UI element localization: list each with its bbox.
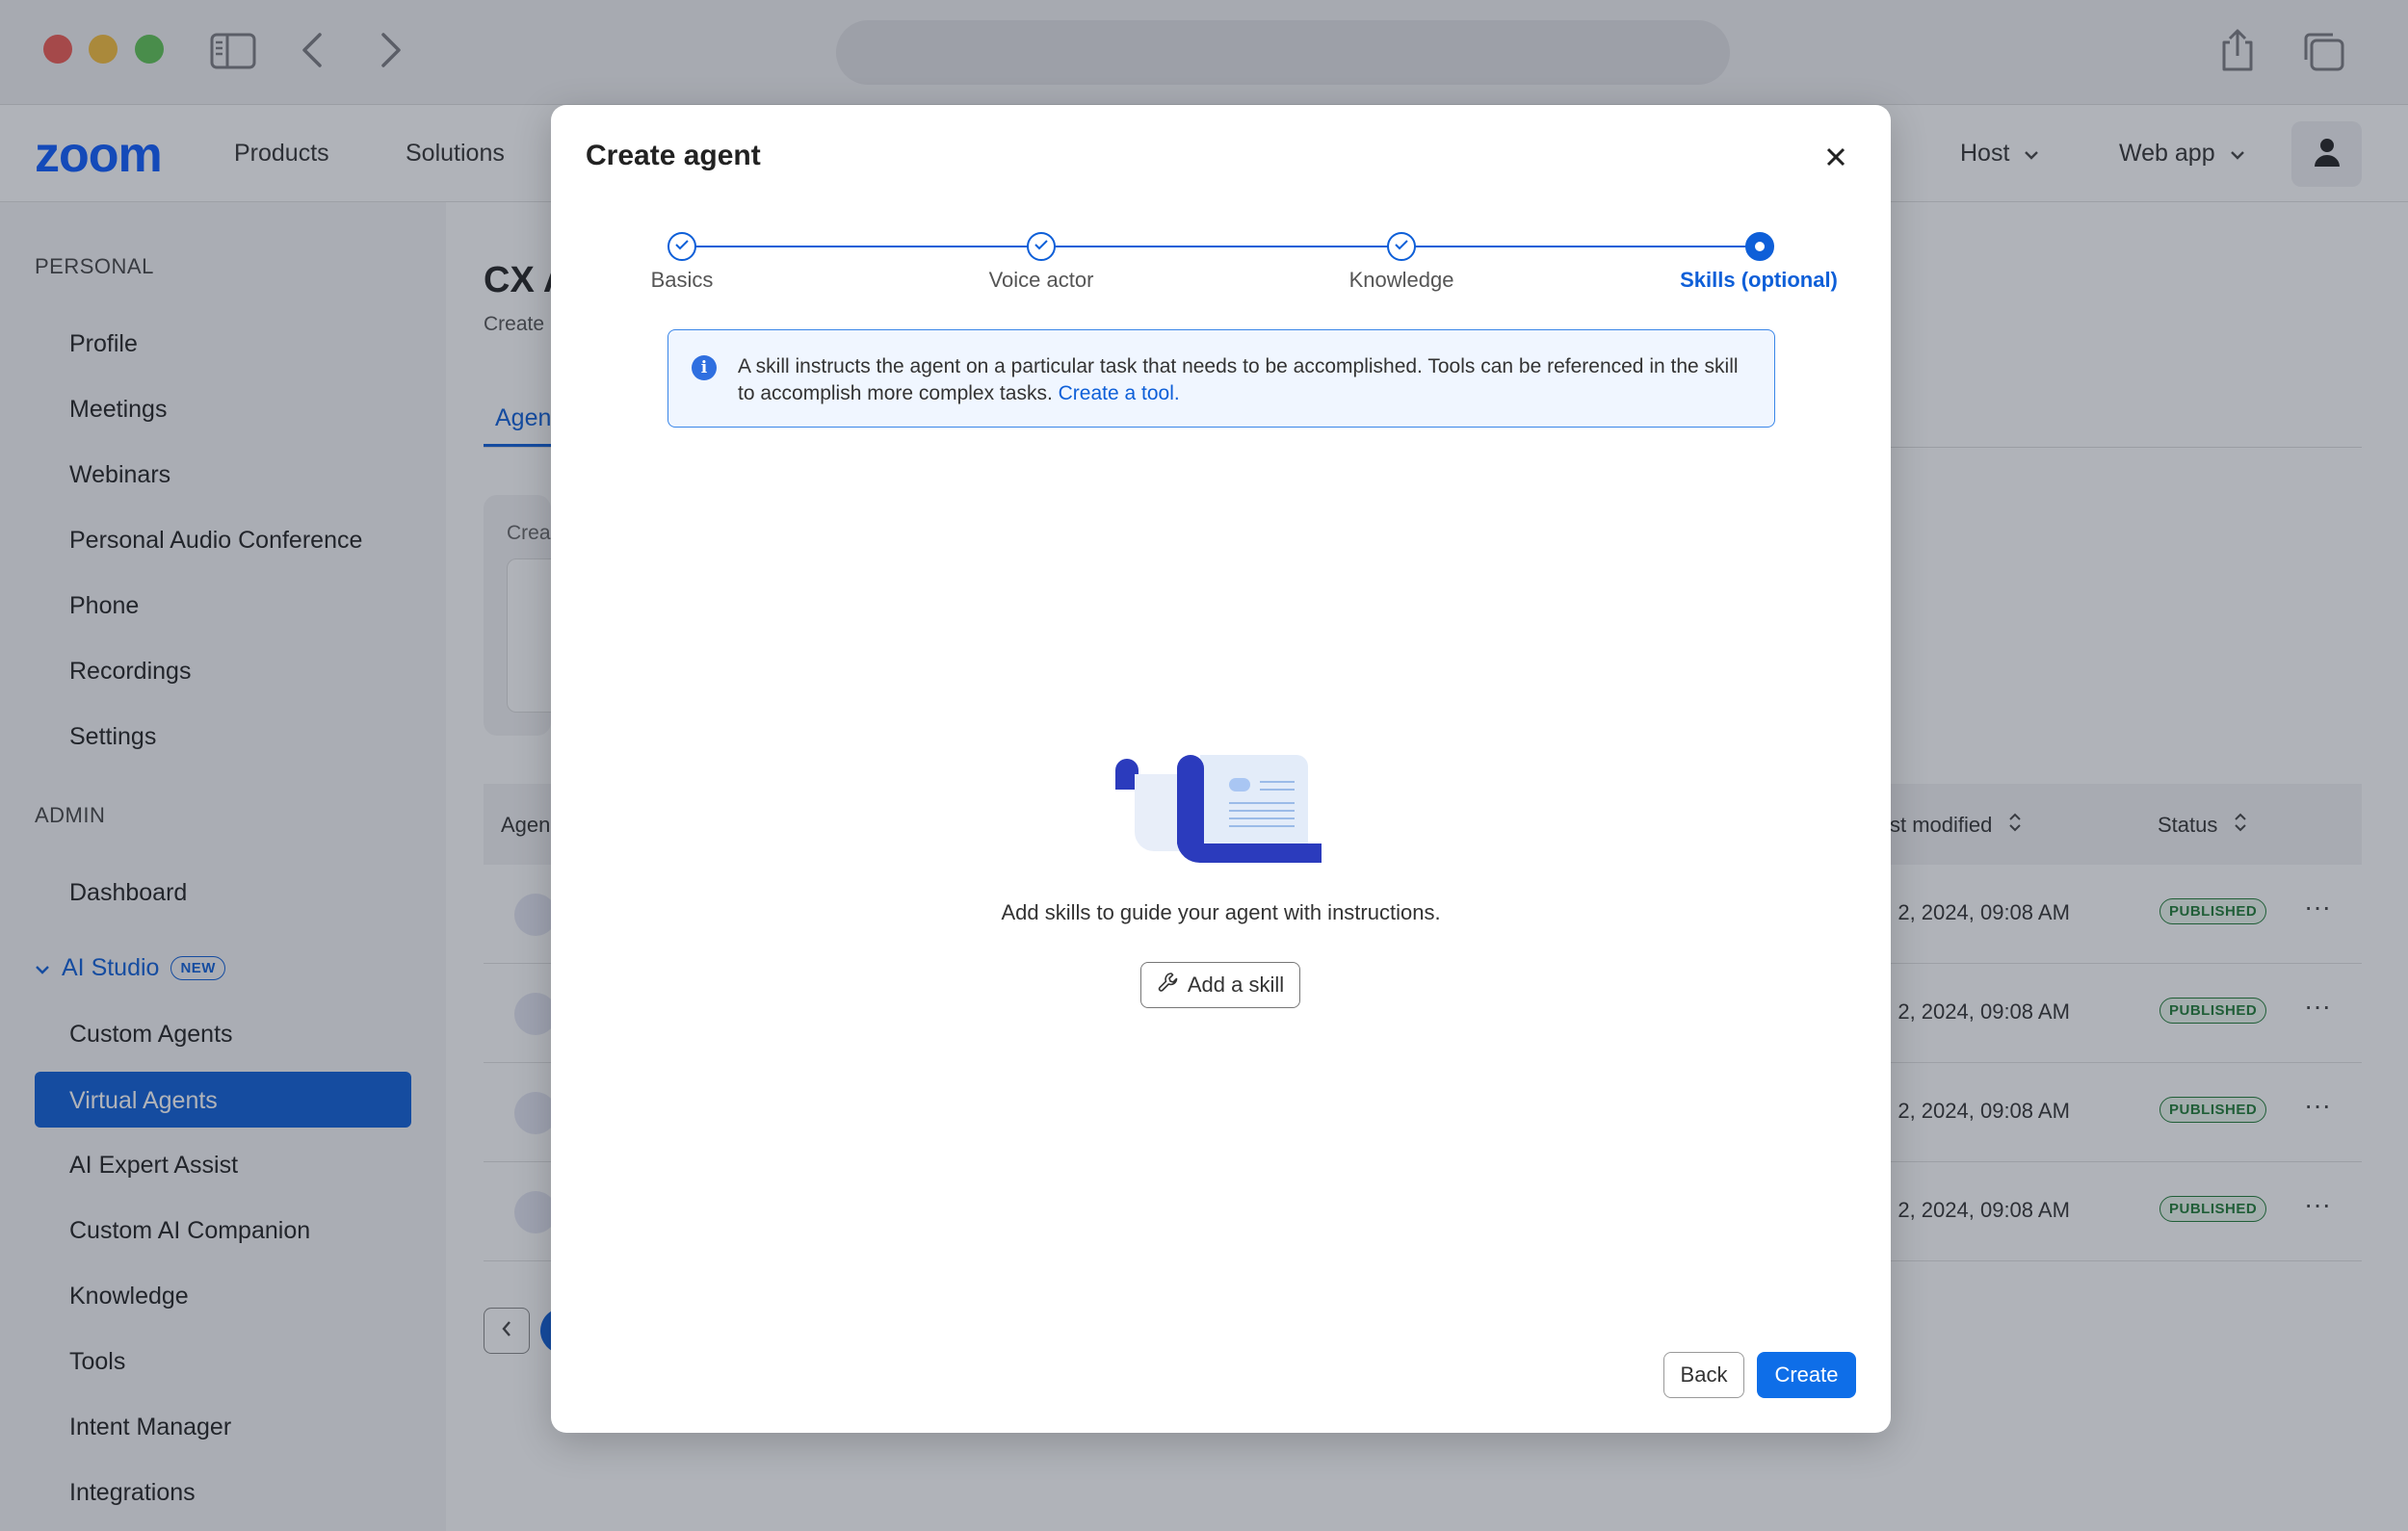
- step-label-knowledge[interactable]: Knowledge: [1349, 268, 1454, 293]
- back-button[interactable]: Back: [1663, 1352, 1744, 1398]
- stepper-track: [682, 246, 1759, 247]
- wrench-icon: [1157, 971, 1180, 999]
- info-text: A skill instructs the agent on a particu…: [738, 353, 1759, 407]
- check-icon: [674, 238, 690, 256]
- step-skills-indicator[interactable]: [1745, 232, 1774, 261]
- step-label-skills[interactable]: Skills (optional): [1680, 268, 1838, 293]
- create-tool-link[interactable]: Create a tool.: [1059, 382, 1180, 404]
- add-skill-label: Add a skill: [1187, 973, 1285, 997]
- empty-state-text: Add skills to guide your agent with inst…: [1001, 900, 1441, 924]
- check-icon: [1394, 238, 1409, 256]
- add-skill-button[interactable]: Add a skill: [1140, 962, 1300, 1008]
- step-label-voice-actor[interactable]: Voice actor: [989, 268, 1094, 293]
- skills-empty-illustration: [1115, 755, 1327, 875]
- close-button[interactable]: [1819, 142, 1853, 176]
- check-icon: [1034, 238, 1049, 256]
- step-label-basics[interactable]: Basics: [651, 268, 714, 293]
- dialog-title: Create agent: [586, 140, 761, 171]
- info-banner: i A skill instructs the agent on a parti…: [667, 329, 1775, 428]
- step-voice-actor-indicator[interactable]: [1027, 232, 1056, 261]
- step-basics-indicator[interactable]: [667, 232, 696, 261]
- info-icon: i: [692, 355, 717, 380]
- step-knowledge-indicator[interactable]: [1387, 232, 1416, 261]
- create-button[interactable]: Create: [1757, 1352, 1856, 1398]
- close-icon: [1825, 146, 1846, 172]
- info-message: A skill instructs the agent on a particu…: [738, 355, 1739, 404]
- create-agent-dialog: Create agent Basics Voice actor Knowledg…: [551, 105, 1891, 1433]
